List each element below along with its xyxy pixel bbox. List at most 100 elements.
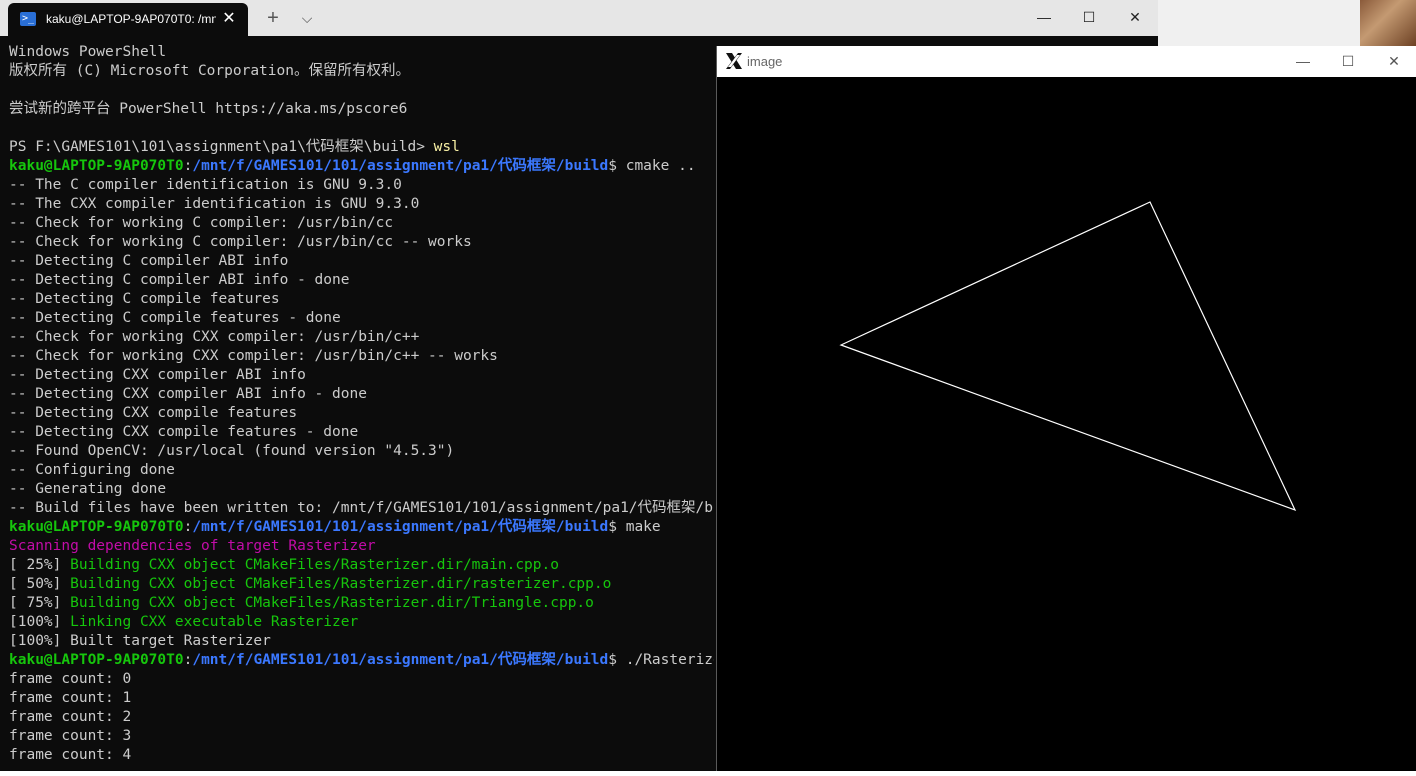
terminal-text: wsl — [433, 139, 460, 155]
terminal-text: -- Check for working CXX compiler: /usr/… — [9, 329, 420, 345]
terminal-line: [ 50%] Building CXX object CMakeFiles/Ra… — [9, 575, 714, 594]
terminal-text: -- Detecting C compiler ABI info — [9, 253, 289, 269]
terminal-line: [ 75%] Building CXX object CMakeFiles/Ra… — [9, 594, 714, 613]
terminal-text: Building CXX object CMakeFiles/Rasterize… — [70, 576, 612, 592]
terminal-line: -- Detecting CXX compiler ABI info — [9, 366, 714, 385]
terminal-text: $ ./Rasterizer — [608, 652, 714, 668]
terminal-text: -- Detecting CXX compile features - done — [9, 424, 359, 440]
terminal-line: [100%] Built target Rasterizer — [9, 632, 714, 651]
terminal-line: -- Check for working CXX compiler: /usr/… — [9, 347, 714, 366]
minimize-button[interactable]: — — [1021, 0, 1067, 34]
terminal-text: [ 25%] — [9, 557, 71, 573]
terminal-line: -- Detecting C compiler ABI info - done — [9, 271, 714, 290]
terminal-text: frame count: 2 — [9, 709, 132, 725]
terminal-text: -- Configuring done — [9, 462, 175, 478]
terminal-line: -- Detecting C compiler ABI info — [9, 252, 714, 271]
terminal-text: $ make — [608, 519, 661, 535]
render-canvas — [717, 77, 1416, 771]
terminal-line: frame count: 4 — [9, 746, 714, 765]
image-titlebar[interactable]: image — ☐ ✕ — [717, 46, 1416, 77]
close-button[interactable]: ✕ — [1112, 0, 1158, 34]
terminal-text: Building CXX object CMakeFiles/Rasterize… — [70, 595, 594, 611]
terminal-text: Scanning dependencies of target Rasteriz… — [9, 538, 376, 554]
terminal-line: frame count: 3 — [9, 727, 714, 746]
maximize-button[interactable]: ☐ — [1066, 0, 1112, 34]
terminal-tab[interactable]: >_ kaku@LAPTOP-9AP070T0: /mnt ✕ — [8, 3, 248, 36]
image-maximize-button[interactable]: ☐ — [1325, 46, 1371, 77]
terminal-line: frame count: 0 — [9, 670, 714, 689]
terminal-line: -- Configuring done — [9, 461, 714, 480]
terminal-text: [ 50%] — [9, 576, 71, 592]
terminal-text: PS F:\GAMES101\101\assignment\pa1\代码框架\b… — [9, 139, 434, 155]
x11-icon — [726, 53, 742, 69]
terminal-text: Windows PowerShell — [9, 44, 167, 60]
terminal-text: kaku@LAPTOP-9AP070T0 — [9, 158, 184, 174]
terminal-line: -- Detecting CXX compiler ABI info - don… — [9, 385, 714, 404]
terminal-line: -- Detecting CXX compile features — [9, 404, 714, 423]
terminal-text: /mnt/f/GAMES101/101/assignment/pa1/代码框架/… — [192, 652, 609, 668]
terminal-text: /mnt/f/GAMES101/101/assignment/pa1/代码框架/… — [192, 158, 609, 174]
terminal-text: 尝试新的跨平台 PowerShell https://aka.ms/pscore… — [9, 101, 408, 117]
terminal-line: -- Check for working C compiler: /usr/bi… — [9, 214, 714, 233]
terminal-text: /mnt/f/GAMES101/101/assignment/pa1/代码框架/… — [192, 519, 609, 535]
terminal-text: -- Check for working C compiler: /usr/bi… — [9, 234, 472, 250]
image-window: image — ☐ ✕ — [716, 46, 1416, 771]
image-window-title: image — [747, 54, 783, 69]
terminal-text: [100%] Built target Rasterizer — [9, 633, 271, 649]
terminal-line: -- The CXX compiler identification is GN… — [9, 195, 714, 214]
terminal-line: -- Detecting C compile features - done — [9, 309, 714, 328]
terminal-text: frame count: 3 — [9, 728, 132, 744]
terminal-text: 版权所有 (C) Microsoft Corporation。保留所有权利。 — [9, 63, 410, 79]
powershell-icon: >_ — [20, 12, 36, 26]
image-close-button[interactable]: ✕ — [1371, 46, 1416, 77]
terminal-text: [ 75%] — [9, 595, 71, 611]
desktop-wallpaper — [1360, 0, 1416, 47]
terminal-line: -- Found OpenCV: /usr/local (found versi… — [9, 442, 714, 461]
terminal-line: kaku@LAPTOP-9AP070T0:/mnt/f/GAMES101/101… — [9, 157, 714, 176]
terminal-line: frame count: 2 — [9, 708, 714, 727]
terminal-line: -- Check for working CXX compiler: /usr/… — [9, 328, 714, 347]
terminal-text: -- Detecting CXX compiler ABI info — [9, 367, 306, 383]
terminal-text: -- Check for working C compiler: /usr/bi… — [9, 215, 394, 231]
terminal-text: -- Detecting CXX compiler ABI info - don… — [9, 386, 367, 402]
terminal-line: -- The C compiler identification is GNU … — [9, 176, 714, 195]
terminal-line: -- Check for working C compiler: /usr/bi… — [9, 233, 714, 252]
rendered-triangle — [839, 201, 1297, 512]
rendered-image — [839, 201, 1297, 512]
terminal-line: kaku@LAPTOP-9AP070T0:/mnt/f/GAMES101/101… — [9, 518, 714, 537]
terminal-output[interactable]: Windows PowerShell 版权所有 (C) Microsoft Cor… — [9, 43, 714, 771]
tab-close-button[interactable]: ✕ — [218, 8, 240, 30]
terminal-text: Building CXX object CMakeFiles/Rasterize… — [70, 557, 559, 573]
terminal-line: Windows PowerShell — [9, 43, 714, 62]
terminal-line: [ 25%] Building CXX object CMakeFiles/Ra… — [9, 556, 714, 575]
tab-title: kaku@LAPTOP-9AP070T0: /mnt — [46, 12, 216, 26]
terminal-line: 尝试新的跨平台 PowerShell https://aka.ms/pscore… — [9, 100, 714, 119]
terminal-line: -- Detecting CXX compile features - done — [9, 423, 714, 442]
terminal-line: -- Generating done — [9, 480, 714, 499]
terminal-line: -- Build files have been written to: /mn… — [9, 499, 714, 518]
terminal-text: $ cmake .. — [608, 158, 696, 174]
terminal-line: 版权所有 (C) Microsoft Corporation。保留所有权利。 — [9, 62, 714, 81]
terminal-line: -- Detecting C compile features — [9, 290, 714, 309]
terminal-text: -- Found OpenCV: /usr/local (found versi… — [9, 443, 455, 459]
new-tab-button[interactable]: + — [262, 7, 284, 29]
terminal-text: -- The C compiler identification is GNU … — [9, 177, 402, 193]
terminal-titlebar[interactable]: >_ kaku@LAPTOP-9AP070T0: /mnt ✕ + ⌵ — ☐ … — [0, 0, 1158, 36]
terminal-text: -- Build files have been written to: /mn… — [9, 500, 714, 516]
terminal-text: frame count: 0 — [9, 671, 132, 687]
terminal-text: frame count: 4 — [9, 747, 132, 763]
terminal-line: PS F:\GAMES101\101\assignment\pa1\代码框架\b… — [9, 138, 714, 157]
terminal-text: -- Check for working CXX compiler: /usr/… — [9, 348, 498, 364]
terminal-text: -- Detecting C compile features - done — [9, 310, 341, 326]
terminal-text: [100%] — [9, 614, 71, 630]
terminal-line: frame count: 1 — [9, 689, 714, 708]
tab-dropdown-icon[interactable]: ⌵ — [296, 7, 318, 29]
terminal-text: -- The CXX compiler identification is GN… — [9, 196, 420, 212]
image-minimize-button[interactable]: — — [1280, 46, 1326, 77]
terminal-line: kaku@LAPTOP-9AP070T0:/mnt/f/GAMES101/101… — [9, 651, 714, 670]
terminal-line: Scanning dependencies of target Rasteriz… — [9, 537, 714, 556]
terminal-text: -- Detecting CXX compile features — [9, 405, 298, 421]
terminal-line: [100%] Linking CXX executable Rasterizer — [9, 613, 714, 632]
